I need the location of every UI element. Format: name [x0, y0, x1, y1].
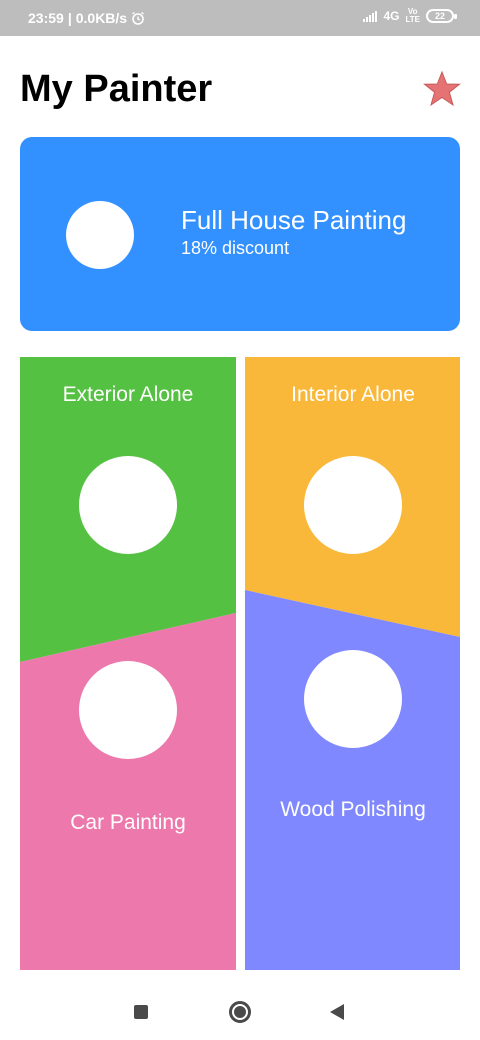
category-grid: [20, 357, 460, 970]
tile-label-car: Car Painting: [70, 811, 186, 834]
tile-image-wood: [304, 650, 402, 748]
recent-apps-icon[interactable]: [134, 1005, 148, 1019]
tile-wood-polishing[interactable]: [245, 590, 460, 970]
tile-image-interior: [304, 456, 402, 554]
back-icon[interactable]: [330, 1004, 344, 1020]
tile-image-car: [79, 661, 177, 759]
tile-label-interior: Interior Alone: [291, 383, 415, 406]
system-nav-bar: [0, 980, 480, 1040]
tile-label-exterior: Exterior Alone: [62, 383, 194, 406]
home-icon[interactable]: [229, 1001, 251, 1023]
tile-label-wood: Wood Polishing: [280, 798, 426, 821]
tile-image-exterior: [79, 456, 177, 554]
